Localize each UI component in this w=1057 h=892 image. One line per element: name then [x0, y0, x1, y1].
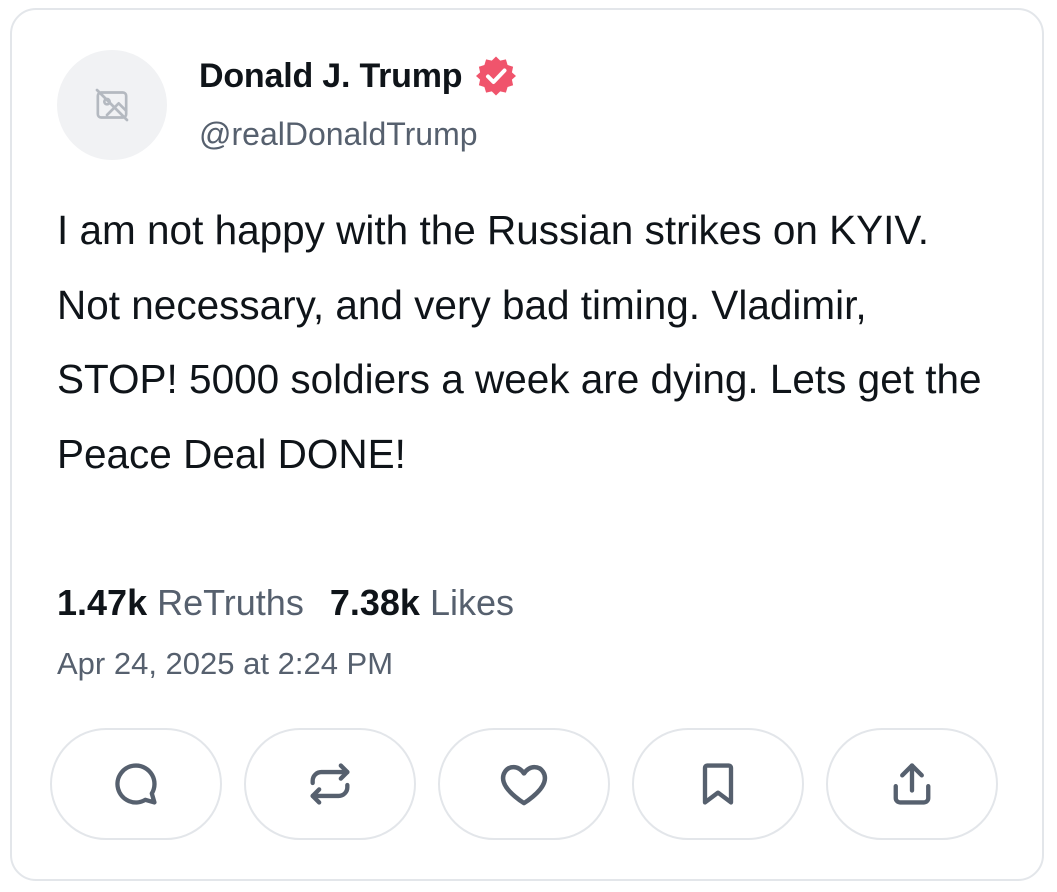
- post-text: I am not happy with the Russian strikes …: [57, 207, 982, 477]
- retruths-count: 1.47k: [57, 582, 148, 623]
- like-button[interactable]: [438, 728, 610, 840]
- post-timestamp: Apr 24, 2025 at 2:24 PM: [57, 646, 394, 681]
- share-button[interactable]: [826, 728, 998, 840]
- chat-bubble-icon: [115, 763, 157, 805]
- author-name-row: Donald J. Trump: [199, 54, 518, 98]
- repost-icon: [310, 763, 350, 805]
- author-handle[interactable]: @realDonaldTrump: [199, 116, 478, 153]
- retruth-button[interactable]: [244, 728, 416, 840]
- likes-label: Likes: [429, 582, 514, 623]
- bookmark-icon: [702, 763, 734, 805]
- author-display-name[interactable]: Donald J. Trump: [199, 57, 463, 96]
- likes-stat[interactable]: 7.38k Likes: [330, 582, 514, 623]
- post-card: Donald J. Trump @realDonaldTrump I am no…: [10, 8, 1044, 881]
- action-bar: [50, 728, 998, 840]
- likes-count: 7.38k: [329, 582, 420, 623]
- post-stats: 1.47k ReTruths 7.38k Likes: [57, 582, 514, 624]
- broken-image-icon: [95, 88, 129, 122]
- verified-badge-icon: [476, 56, 517, 96]
- bookmark-button[interactable]: [632, 728, 804, 840]
- heart-icon: [500, 764, 548, 806]
- share-icon: [893, 763, 931, 805]
- avatar[interactable]: [57, 50, 167, 160]
- reply-button[interactable]: [50, 728, 222, 840]
- retruths-stat[interactable]: 1.47k ReTruths: [57, 582, 304, 623]
- retruths-label: ReTruths: [157, 582, 304, 623]
